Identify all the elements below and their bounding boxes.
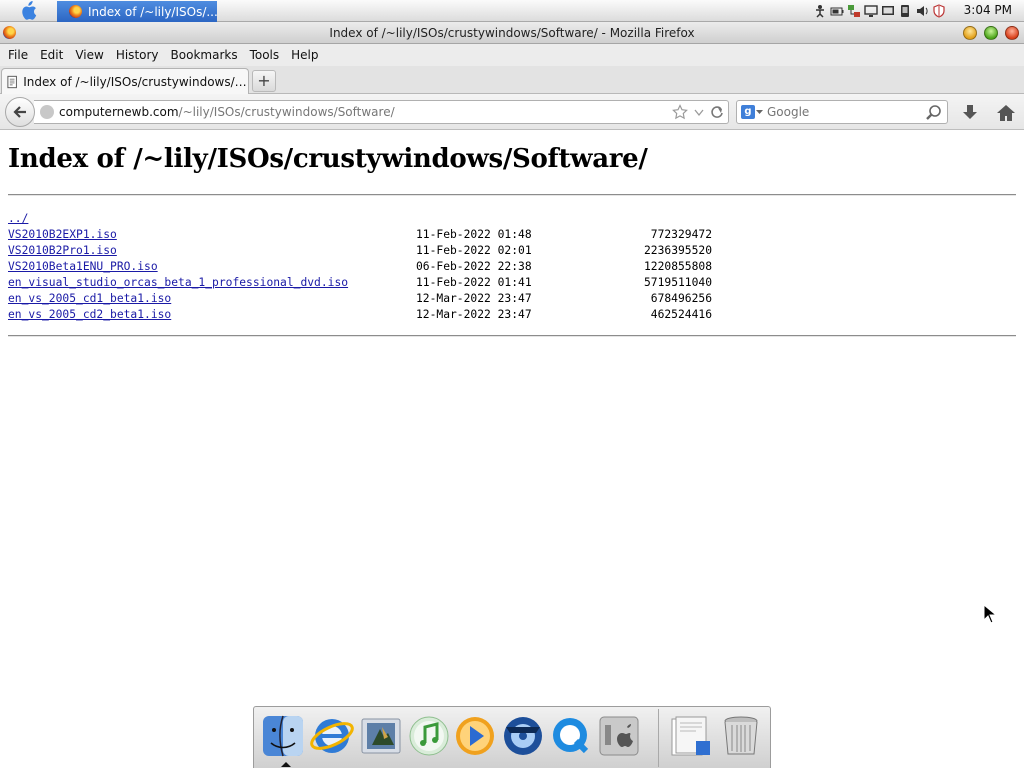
bookmark-star-icon[interactable] (672, 104, 688, 120)
tab-label: Index of /~lily/ISOs/crustywindows/So... (23, 75, 248, 89)
close-button[interactable] (1005, 26, 1019, 40)
taskbar-firefox-label: Index of /~lily/ISOs/... (88, 4, 217, 19)
menu-bar: File Edit View History Bookmarks Tools H… (0, 44, 1024, 66)
file-date: 12-Mar-2022 23:47 (416, 308, 532, 321)
documents-stack-icon[interactable] (668, 713, 714, 759)
network-icon[interactable] (847, 4, 861, 18)
running-indicator (281, 762, 291, 767)
list-item: en_vs_2005_cd2_beta1.iso 12-Mar-2022 23:… (8, 307, 1016, 323)
new-tab-button[interactable]: + (252, 70, 276, 92)
tab-active[interactable]: Index of /~lily/ISOs/crustywindows/So... (1, 68, 249, 95)
file-listing: ../ VS2010B2EXP1.iso 11-Feb-2022 01:48 7… (8, 211, 1016, 323)
google-icon: g (741, 105, 755, 119)
accessibility-icon[interactable] (813, 4, 827, 18)
downloads-icon[interactable] (960, 103, 980, 123)
file-date: 06-Feb-2022 22:38 (416, 260, 532, 273)
divider (8, 335, 1016, 337)
mouse-cursor-icon (983, 604, 997, 624)
parent-directory-link[interactable]: ../ (8, 212, 28, 225)
tab-strip: Index of /~lily/ISOs/crustywindows/So...… (0, 66, 1024, 95)
file-size: 1220855808 (643, 260, 712, 273)
system-tray (813, 3, 946, 19)
dock-separator (658, 709, 659, 767)
file-size: 772329472 (650, 228, 712, 241)
page-title: Index of /~lily/ISOs/crustywindows/Softw… (8, 144, 648, 174)
volume-icon[interactable] (915, 4, 929, 18)
window-title-bar[interactable]: Index of /~lily/ISOs/crustywindows/Softw… (0, 22, 1024, 44)
list-item: en_visual_studio_orcas_beta_1_profession… (8, 275, 1016, 291)
media-player-icon[interactable] (452, 713, 498, 759)
url-domain: computernewb.com (59, 105, 179, 119)
search-bar[interactable]: g (736, 100, 948, 124)
list-item: VS2010B2Pro1.iso 11-Feb-2022 02:01 22363… (8, 243, 1016, 259)
file-date: 11-Feb-2022 01:41 (416, 276, 532, 289)
mail-icon[interactable] (358, 713, 404, 759)
display-icon[interactable] (864, 4, 878, 18)
menu-view[interactable]: View (69, 44, 109, 66)
trash-icon[interactable] (718, 713, 764, 759)
url-path: /~lily/ISOs/crustywindows/Software/ (178, 105, 395, 119)
search-input[interactable] (767, 105, 917, 119)
back-button[interactable] (5, 97, 35, 127)
file-size: 678496256 (650, 292, 712, 305)
dvd-player-icon[interactable] (500, 713, 546, 759)
page-icon (7, 75, 17, 89)
shield-icon[interactable] (932, 4, 946, 18)
dock (253, 706, 771, 768)
menu-file[interactable]: File (2, 44, 34, 66)
list-item: VS2010Beta1ENU_PRO.iso 06-Feb-2022 22:38… (8, 259, 1016, 275)
clock[interactable]: 3:04 PM (964, 3, 1012, 17)
list-item: ../ (8, 211, 1016, 227)
file-size: 5719511040 (643, 276, 712, 289)
page-content: Index of /~lily/ISOs/crustywindows/Softw… (0, 131, 1024, 701)
battery-icon[interactable] (830, 4, 844, 18)
file-size: 2236395520 (643, 244, 712, 257)
file-link[interactable]: VS2010B2EXP1.iso (8, 228, 117, 241)
menu-bookmarks[interactable]: Bookmarks (165, 44, 244, 66)
reload-icon[interactable] (710, 104, 724, 120)
url-bar[interactable]: computernewb.com /~lily/ISOs/crustywindo… (34, 100, 729, 124)
list-item: VS2010B2EXP1.iso 11-Feb-2022 01:48 77232… (8, 227, 1016, 243)
menu-tools[interactable]: Tools (244, 44, 286, 66)
file-link[interactable]: en_vs_2005_cd1_beta1.iso (8, 292, 171, 305)
taskbar-firefox-button[interactable]: Index of /~lily/ISOs/... (57, 1, 217, 22)
system-menu-bar: Index of /~lily/ISOs/... 3:04 PM (0, 0, 1024, 22)
file-link[interactable]: VS2010B2Pro1.iso (8, 244, 117, 257)
divider (8, 194, 1016, 196)
device-icon[interactable] (898, 4, 912, 18)
menu-edit[interactable]: Edit (34, 44, 69, 66)
history-dropdown-icon[interactable] (694, 104, 704, 120)
apple-menu-icon[interactable] (0, 0, 56, 22)
internet-explorer-icon[interactable] (309, 713, 355, 759)
maximize-button[interactable] (984, 26, 998, 40)
file-link[interactable]: en_vs_2005_cd2_beta1.iso (8, 308, 171, 321)
file-date: 11-Feb-2022 02:01 (416, 244, 532, 257)
quicktime-icon[interactable] (548, 713, 594, 759)
globe-icon (40, 105, 54, 119)
system-preferences-icon[interactable] (596, 713, 642, 759)
file-link[interactable]: en_visual_studio_orcas_beta_1_profession… (8, 276, 348, 289)
search-engine-selector[interactable]: g (737, 101, 767, 123)
back-arrow-icon (13, 106, 26, 118)
navigation-bar: computernewb.com /~lily/ISOs/crustywindo… (0, 94, 1024, 130)
file-link[interactable]: VS2010Beta1ENU_PRO.iso (8, 260, 158, 273)
file-date: 12-Mar-2022 23:47 (416, 292, 532, 305)
file-size: 462524416 (650, 308, 712, 321)
finder-icon[interactable] (260, 713, 306, 759)
minimize-button[interactable] (963, 26, 977, 40)
menu-help[interactable]: Help (285, 44, 324, 66)
home-icon[interactable] (996, 103, 1016, 123)
screen-icon[interactable] (881, 4, 895, 18)
chevron-down-icon (756, 110, 763, 114)
file-date: 11-Feb-2022 01:48 (416, 228, 532, 241)
list-item: en_vs_2005_cd1_beta1.iso 12-Mar-2022 23:… (8, 291, 1016, 307)
window-title: Index of /~lily/ISOs/crustywindows/Softw… (329, 26, 695, 40)
search-icon[interactable] (925, 104, 943, 122)
menu-history[interactable]: History (110, 44, 165, 66)
itunes-icon[interactable] (406, 713, 452, 759)
firefox-icon (69, 5, 82, 18)
